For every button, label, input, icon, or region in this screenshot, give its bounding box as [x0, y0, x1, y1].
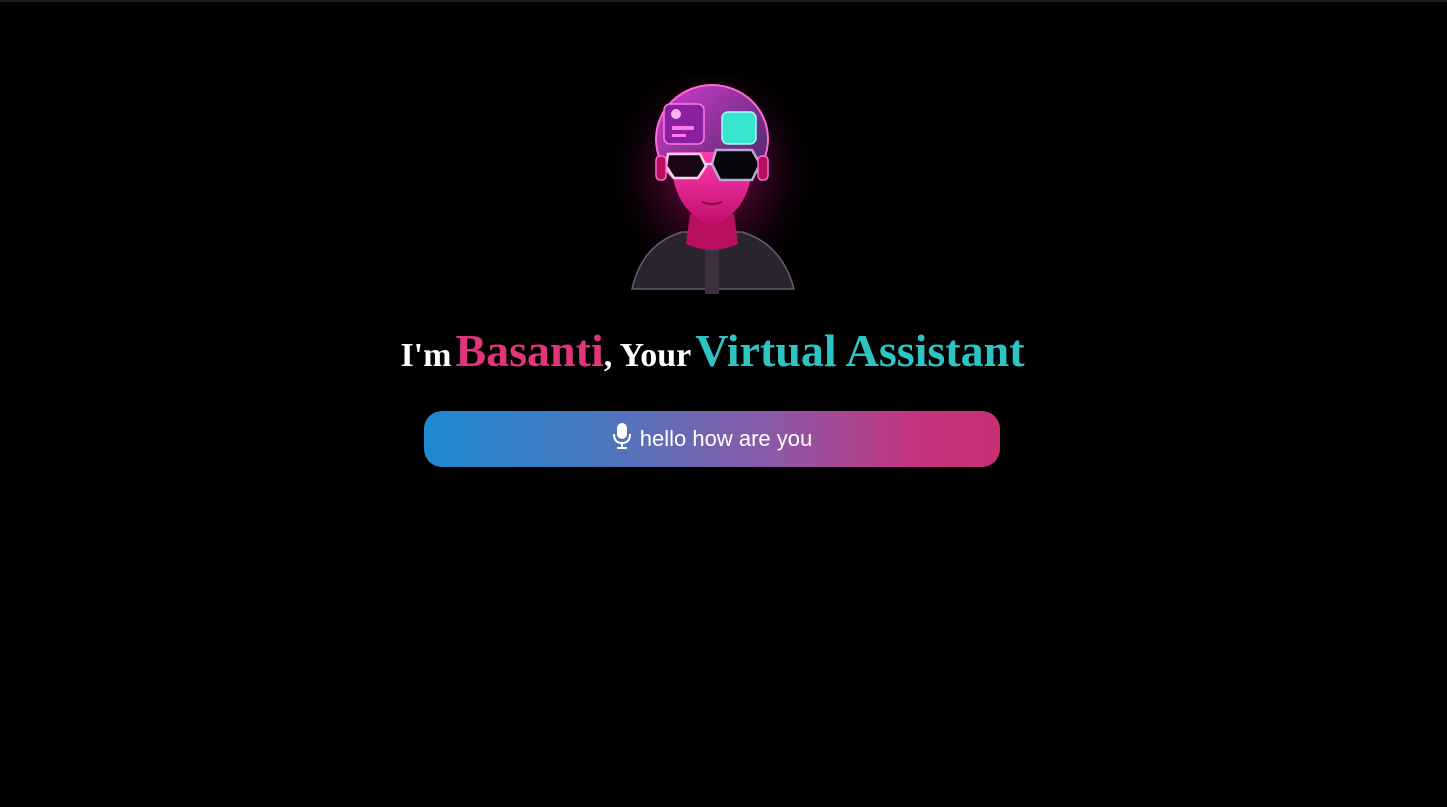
- assistant-role: Virtual Assistant: [695, 325, 1025, 376]
- assistant-avatar-image: [612, 74, 812, 294]
- assistant-name: Basanti: [455, 325, 604, 376]
- voice-transcript: hello how are you: [639, 426, 813, 451]
- assistant-headline: I'm Basanti, Your Virtual Assistant: [0, 324, 1425, 377]
- microphone-icon: [612, 423, 631, 449]
- greeting-mid: , Your: [603, 337, 692, 374]
- voice-input-button[interactable]: hello how are you: [424, 411, 1000, 467]
- assistant-page: I'm Basanti, Your Virtual Assistant hell…: [0, 0, 1447, 807]
- greeting-prefix: I'm: [400, 337, 452, 374]
- robot-avatar-icon: [612, 74, 812, 294]
